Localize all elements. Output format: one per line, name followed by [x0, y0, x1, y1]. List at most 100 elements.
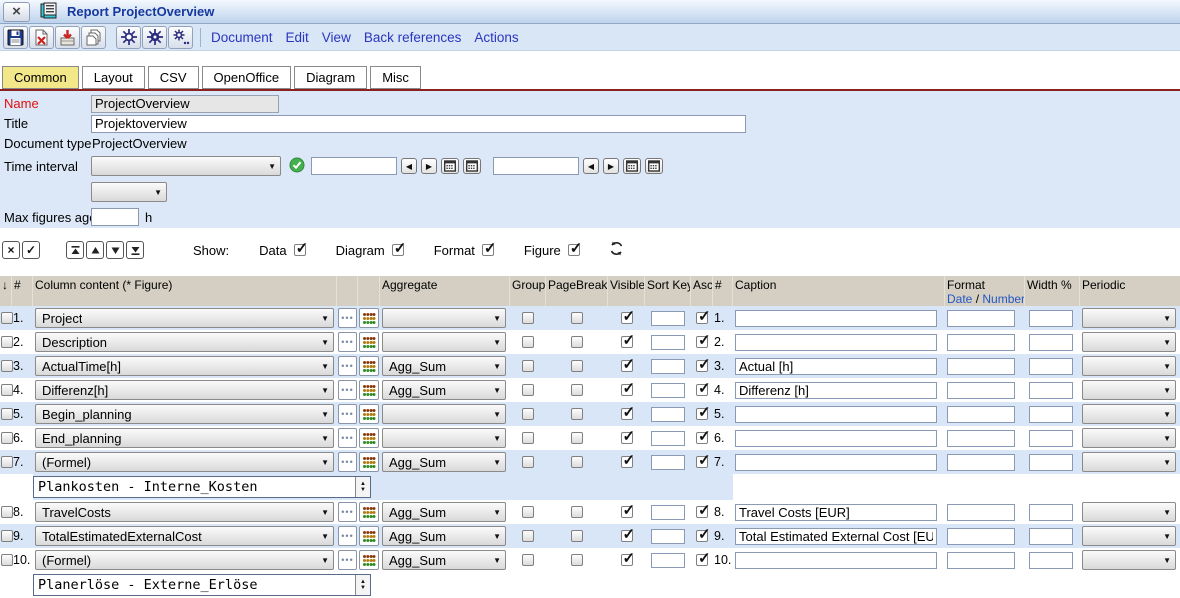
menu-actions[interactable]: Actions	[474, 30, 518, 45]
format-input[interactable]	[947, 430, 1015, 447]
column-content-select[interactable]: ActualTime[h]▼	[35, 356, 334, 376]
group-checkbox[interactable]	[522, 506, 534, 518]
visible-checkbox[interactable]	[621, 360, 633, 372]
column-content-select[interactable]: TravelCosts▼	[35, 502, 334, 522]
periodic-select[interactable]: ▼	[1082, 308, 1176, 328]
pagebreak-checkbox[interactable]	[571, 530, 583, 542]
aggregate-select[interactable]: Agg_Sum▼	[382, 502, 506, 522]
row-select-checkbox[interactable]	[1, 432, 13, 444]
width-input[interactable]	[1029, 358, 1073, 375]
width-input[interactable]	[1029, 382, 1073, 399]
row-select-checkbox[interactable]	[1, 408, 13, 420]
column-content-select[interactable]: Begin_planning▼	[35, 404, 334, 424]
sort-key-input[interactable]	[651, 359, 685, 374]
visible-checkbox[interactable]	[621, 456, 633, 468]
column-content-select[interactable]: (Formel)▼	[35, 452, 334, 472]
width-input[interactable]	[1029, 310, 1073, 327]
time-interval-unit-select[interactable]: ▼	[91, 182, 167, 202]
format-input[interactable]	[947, 382, 1015, 399]
format-input[interactable]	[947, 358, 1015, 375]
format-input[interactable]	[947, 310, 1015, 327]
sort-key-input[interactable]	[651, 407, 685, 422]
sort-key-input[interactable]	[651, 455, 685, 470]
sort-key-input[interactable]	[651, 431, 685, 446]
tab-openoffice[interactable]: OpenOffice	[202, 66, 292, 89]
aggregate-select[interactable]: Agg_Sum▼	[382, 550, 506, 570]
pagebreak-checkbox[interactable]	[571, 336, 583, 348]
interval-from-calendar-button[interactable]	[441, 158, 459, 174]
format-input[interactable]	[947, 528, 1015, 545]
periodic-select[interactable]: ▼	[1082, 404, 1176, 424]
group-checkbox[interactable]	[522, 312, 534, 324]
periodic-select[interactable]: ▼	[1082, 356, 1176, 376]
figure-picker-button[interactable]	[359, 452, 379, 472]
interval-from-calendar2-button[interactable]	[463, 158, 481, 174]
more-options-button[interactable]: •••	[338, 356, 357, 376]
figure-picker-button[interactable]	[359, 550, 379, 570]
group-checkbox[interactable]	[522, 384, 534, 396]
more-options-button[interactable]: •••	[338, 550, 357, 570]
periodic-select[interactable]: ▼	[1082, 428, 1176, 448]
figure-picker-button[interactable]	[359, 332, 379, 352]
more-options-button[interactable]: •••	[338, 332, 357, 352]
format-date-link[interactable]: Date	[947, 292, 972, 306]
sort-key-input[interactable]	[651, 335, 685, 350]
periodic-select[interactable]: ▼	[1082, 452, 1176, 472]
visible-checkbox[interactable]	[621, 336, 633, 348]
width-input[interactable]	[1029, 504, 1073, 521]
asc-checkbox[interactable]	[696, 336, 708, 348]
row-select-checkbox[interactable]	[1, 336, 13, 348]
asc-checkbox[interactable]	[696, 506, 708, 518]
formula-input[interactable]	[34, 575, 355, 595]
column-content-select[interactable]: End_planning▼	[35, 428, 334, 448]
move-top-button[interactable]	[66, 241, 84, 259]
row-select-checkbox[interactable]	[1, 456, 13, 468]
recalculate-figures-partial-button[interactable]	[168, 26, 193, 49]
move-bottom-button[interactable]	[126, 241, 144, 259]
asc-checkbox[interactable]	[696, 432, 708, 444]
width-input[interactable]	[1029, 334, 1073, 351]
visible-checkbox[interactable]	[621, 506, 633, 518]
width-input[interactable]	[1029, 454, 1073, 471]
asc-checkbox[interactable]	[696, 384, 708, 396]
asc-checkbox[interactable]	[696, 554, 708, 566]
asc-checkbox[interactable]	[696, 408, 708, 420]
asc-checkbox[interactable]	[696, 456, 708, 468]
caption-input[interactable]	[735, 382, 937, 399]
periodic-select[interactable]: ▼	[1082, 332, 1176, 352]
tab-common[interactable]: Common	[2, 66, 79, 89]
visible-checkbox[interactable]	[621, 312, 633, 324]
pagebreak-checkbox[interactable]	[571, 312, 583, 324]
caption-input[interactable]	[735, 334, 937, 351]
more-options-button[interactable]: •••	[338, 380, 357, 400]
tab-csv[interactable]: CSV	[148, 66, 199, 89]
aggregate-select[interactable]: Agg_Sum▼	[382, 452, 506, 472]
figure-picker-button[interactable]	[359, 502, 379, 522]
aggregate-select[interactable]: Agg_Sum▼	[382, 526, 506, 546]
interval-to-input[interactable]	[493, 157, 579, 175]
aggregate-select[interactable]: Agg_Sum▼	[382, 356, 506, 376]
tab-layout[interactable]: Layout	[82, 66, 145, 89]
visible-checkbox[interactable]	[621, 530, 633, 542]
aggregate-select[interactable]: ▼	[382, 308, 506, 328]
aggregate-select[interactable]: Agg_Sum▼	[382, 380, 506, 400]
deselect-all-button[interactable]: ×	[2, 241, 20, 259]
figure-picker-button[interactable]	[359, 428, 379, 448]
refresh-button[interactable]	[608, 240, 625, 260]
aggregate-select[interactable]: ▼	[382, 332, 506, 352]
periodic-select[interactable]: ▼	[1082, 502, 1176, 522]
name-field[interactable]	[91, 95, 279, 113]
row-select-checkbox[interactable]	[1, 384, 13, 396]
close-button[interactable]: ×	[3, 2, 30, 22]
asc-checkbox[interactable]	[696, 530, 708, 542]
pagebreak-checkbox[interactable]	[571, 408, 583, 420]
show-diagram-checkbox[interactable]	[392, 244, 404, 256]
figure-picker-button[interactable]	[359, 380, 379, 400]
periodic-select[interactable]: ▼	[1082, 380, 1176, 400]
interval-from-next-button[interactable]: ▶	[421, 158, 437, 174]
column-content-select[interactable]: Project▼	[35, 308, 334, 328]
format-input[interactable]	[947, 552, 1015, 569]
row-select-checkbox[interactable]	[1, 530, 13, 542]
max-figures-age-input[interactable]	[91, 208, 139, 226]
caption-input[interactable]	[735, 406, 937, 423]
